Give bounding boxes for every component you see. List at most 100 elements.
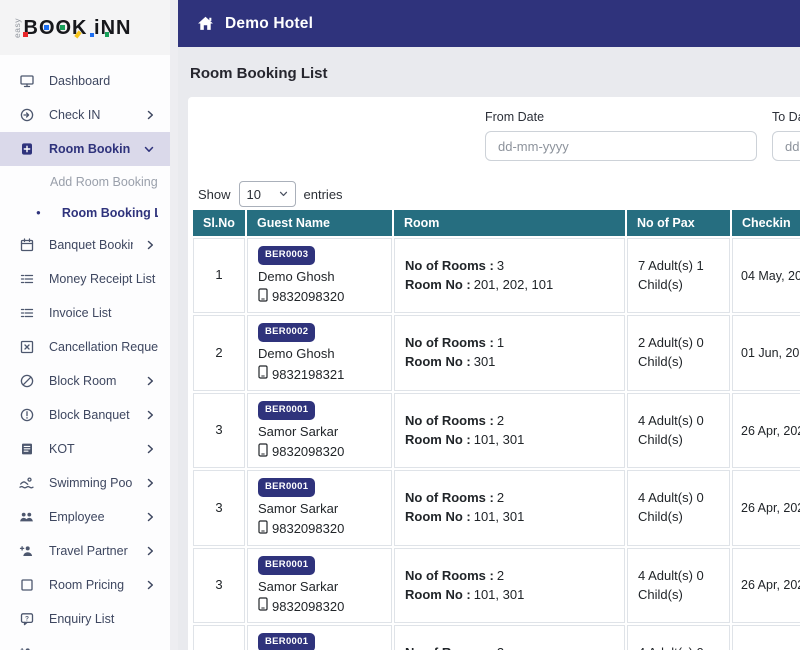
booking-id-badge[interactable]: BER0001 [258,400,316,420]
sidebar-item-room-booking-list[interactable]: ● Room Booking List [0,197,170,228]
topbar: Demo Hotel [178,0,800,47]
logo-accent [59,24,65,30]
sidebar-item-travel-partner[interactable]: Travel Partner [0,534,170,568]
cell-checkin: 26 Apr, 2023 [732,470,800,546]
enquiry-icon: ? [18,611,35,628]
column-header-guest-name[interactable]: Guest Name [247,210,392,236]
sidebar-item-block-room[interactable]: Block Room [0,364,170,398]
booking-id-badge[interactable]: BER0002 [258,323,316,343]
from-date-field: From Date [485,110,757,161]
phone-icon [258,597,268,617]
booking-id-badge[interactable]: BER0001 [258,555,316,575]
sidebar-item-kot[interactable]: KOT [0,432,170,466]
table-body: 1 BER0003 Demo Ghosh 9832098320 No of Rooms … [193,238,800,650]
home-icon[interactable] [196,15,215,32]
sidebar-item-employee[interactable]: Employee [0,500,170,534]
chevron-right-icon [147,546,154,556]
rooms-label: No of Rooms : [405,567,494,583]
rooms-value: 3 [496,257,505,273]
room-no-label: Room No : [405,354,471,370]
sidebar-item-label: Invoice List [49,306,112,320]
table-row: 1 BER0003 Demo Ghosh 9832098320 No of Rooms … [193,238,800,314]
room-no-label: Room No : [405,431,471,447]
sidebar-item-partial[interactable] [0,636,170,650]
to-date-field: To Date [772,110,800,161]
exclamation-circle-icon [18,407,35,424]
kot-icon [18,441,35,458]
sidebar-item-check-in[interactable]: Check IN [0,98,170,132]
chevron-down-icon [144,146,154,153]
guest-name: Samor Sarkar [258,423,339,439]
cell-slno: 3 [193,392,245,469]
rooms-label: No of Rooms : [405,412,494,428]
sidebar-item-money-receipt-list[interactable]: Money Receipt List [0,262,170,296]
chevron-right-icon [147,376,154,386]
sidebar-scrollbar[interactable] [170,0,178,650]
room-no-label: Room No : [405,509,471,525]
sidebar-item-label: Dashboard [49,74,111,88]
entries-control: Show 10 entries [198,181,343,207]
rooms-label: No of Rooms : [405,335,494,351]
column-header-room[interactable]: Room [394,210,625,236]
show-label: Show [198,186,231,202]
sidebar-item-invoice-list[interactable]: Invoice List [0,296,170,330]
room-no-label: Room No : [405,586,471,602]
sidebar-item-label: Travel Partner [49,544,128,558]
sidebar-item-label: Banquet Booking [49,238,133,252]
sidebar-item-label: Block Room [49,374,117,388]
guest-phone: 9832198321 [272,366,345,382]
logo-accent [89,32,94,37]
sidebar-item-room-pricing[interactable]: Room Pricing [0,568,170,602]
room-no-value: 101, 301 [473,509,525,525]
sidebar-item-add-room-booking[interactable]: Add Room Booking [0,166,170,197]
sidebar-item-label: Add Room Booking [50,174,158,189]
app-root: Demo Hotel easy BOOK iNN Dashboard Check … [0,0,800,650]
sidebar-item-swimming-pool[interactable]: Swimming Pool [0,466,170,500]
brand-logo[interactable]: easy BOOK iNN [0,0,170,55]
entries-selected-value: 10 [246,186,261,202]
cell-room: No of Rooms :3 Room No :201, 202, 101 [394,238,625,314]
sidebar-item-cancellation-request[interactable]: Cancellation Request [0,330,170,364]
list-icon [18,271,35,288]
column-header-no-of-pax[interactable]: No of Pax [627,210,730,236]
chevron-right-icon [147,580,154,590]
rooms-label: No of Rooms : [405,257,494,273]
column-header-checkin[interactable]: Checkin [732,210,800,236]
cell-room: No of Rooms :2 Room No :101, 301 [394,470,625,546]
column-header-sl-no[interactable]: Sl.No [193,210,245,236]
sidebar-item-room-booking[interactable]: Room Booking [0,132,170,166]
phone-icon [258,365,268,385]
sidebar-item-label: Check IN [49,108,101,122]
cell-pax: 2 Adult(s) 0 Child(s) [627,315,730,391]
sidebar-item-label: Block Banquet [49,408,130,422]
entries-select[interactable]: 10 [238,181,296,207]
to-date-input[interactable] [772,131,800,161]
sidebar-item-dashboard[interactable]: Dashboard [0,64,170,98]
from-date-input[interactable] [485,131,757,161]
sidebar-item-block-banquet[interactable]: Block Banquet [0,398,170,432]
booking-id-badge[interactable]: BER0003 [258,246,316,265]
employee-icon [18,509,35,526]
table-row: 2 BER0002 Demo Ghosh 9832198321 No of Rooms … [193,315,800,391]
room-no-label: Room No : [405,276,471,292]
cell-slno: 3 [193,625,245,650]
booking-table-wrap: Sl.No Guest Name Room No of Pax Checkin 1 BER… [191,208,800,650]
rooms-label: No of Rooms : [405,645,494,650]
sidebar-item-label: Cancellation Request [49,340,158,354]
cell-checkin: 04 May, 2023 [732,238,800,314]
cell-guest: BER0001Samor Sarkar9832098320 [247,625,392,650]
booking-id-badge[interactable]: BER0001 [258,633,316,650]
room-no-value: 101, 301 [473,586,525,602]
travel-partner-icon [18,543,35,560]
sidebar: easy BOOK iNN Dashboard Check IN Room Book… [0,0,170,650]
phone-icon [258,442,268,463]
sidebar-item-label: Room Pricing [49,578,125,592]
rooms-value: 1 [496,335,505,351]
cell-pax: 7 Adult(s) 1 Child(s) [627,238,730,314]
cancel-square-icon [18,339,35,356]
swimmer-icon [18,475,35,492]
sidebar-item-enquiry-list[interactable]: ? Enquiry List [0,602,170,636]
from-date-label: From Date [485,110,545,124]
booking-id-badge[interactable]: BER0001 [258,478,316,498]
sidebar-item-banquet-booking[interactable]: Banquet Booking [0,228,170,262]
